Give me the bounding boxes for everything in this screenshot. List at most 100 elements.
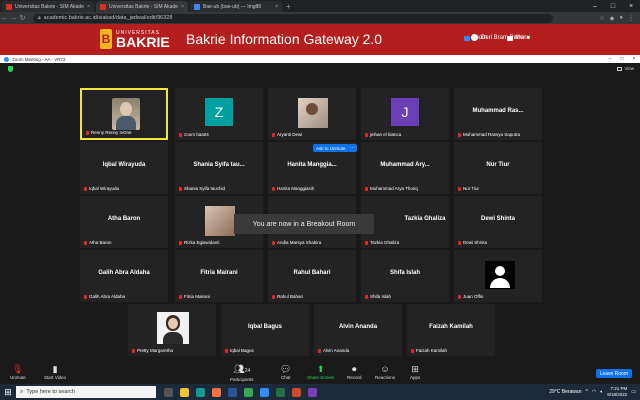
participant-tile[interactable]: Shifa Islah Shifa Islah (361, 250, 449, 302)
taskbar-search[interactable]: ⌕ Type here to search (16, 386, 156, 398)
reactions-label: Reactions (375, 375, 396, 380)
user-menu[interactable]: Deri Bram Putra ▾ (471, 34, 530, 41)
file-explorer-icon[interactable] (180, 387, 189, 397)
firefox-icon[interactable] (212, 387, 221, 397)
record-icon: ⏺ (352, 364, 357, 374)
screen: Universitas Bakrie - SIM Akademi × Unive… (0, 0, 640, 400)
volume-icon[interactable]: 🔈︎ (600, 389, 603, 395)
url-field[interactable]: 🔒︎ academic.bakrie.ac.id/siakad/data_jad… (33, 13, 553, 23)
back-arrow-icon[interactable]: ← (0, 15, 9, 22)
participant-display-name: Shania Syifa tau... (193, 162, 245, 168)
zoom-close-button[interactable]: × (628, 56, 640, 62)
zoom-maximize-button[interactable]: □ (616, 56, 628, 62)
browser-tab-active[interactable]: Universitas Bakrie - SIM Akademi × (96, 1, 188, 12)
notifications-icon[interactable]: ▭ (631, 389, 636, 395)
record-button[interactable]: ⏺ Record (347, 364, 362, 380)
apps-button[interactable]: ⊞ Apps (410, 364, 420, 380)
more-options-button[interactable]: ··· (348, 144, 357, 152)
tab-close-icon[interactable]: × (275, 4, 278, 10)
site-header: B UNIVERSITAS BAKRIE Bakrie Information … (0, 24, 640, 55)
word-icon[interactable] (228, 387, 237, 397)
muted-mic-icon (318, 348, 321, 353)
close-window-button[interactable]: × (622, 0, 640, 12)
participant-tile[interactable]: Pretty Margaretha (128, 304, 216, 356)
participants-count: 24 (244, 368, 251, 374)
participant-tile[interactable]: Tazkia Ghaliza Tazkia Ghaliza (361, 196, 449, 248)
participants-button[interactable]: 👥︎24 Participants (230, 364, 254, 382)
powerpoint-icon[interactable] (292, 387, 301, 397)
participant-tile[interactable]: J jeihan el bianca (361, 88, 449, 140)
reactions-button[interactable]: ☺ Reactions (375, 364, 395, 380)
participant-tile[interactable]: Alvin Ananda Alvin Ananda (314, 304, 402, 356)
participant-tile[interactable]: Shania Syifa tau... Shania Syifa tauchid (175, 142, 263, 194)
photos-icon[interactable] (308, 387, 317, 397)
leave-room-button[interactable]: Leave Room (595, 369, 632, 378)
forward-arrow-icon[interactable]: → (9, 15, 18, 22)
weather-widget[interactable]: 29°C Berawan (549, 389, 581, 395)
participant-tile[interactable]: Rahul Bahari Rahul Bahari (268, 250, 356, 302)
participant-name: Muhammad Rassya Saputra (458, 132, 520, 137)
participant-tile[interactable]: Muhammad Ras... Muhammad Rassya Saputra (454, 88, 542, 140)
participant-tile[interactable]: Aryanti Dewi (268, 88, 356, 140)
profile-icon[interactable]: ● (619, 15, 623, 22)
start-video-label: Start Video (44, 375, 67, 380)
participant-tile[interactable]: Renny Renny IvOne (80, 88, 168, 140)
apps-label: Apps (410, 375, 421, 380)
user-name: Deri Bram Putra (481, 34, 525, 41)
reload-icon[interactable]: ↻ (18, 14, 27, 22)
participant-display-name: Iqbal Wirayuda (102, 162, 146, 168)
browser-tab[interactable]: Bae-ub (bae-ub) — Img88 × (190, 1, 282, 12)
task-view-icon[interactable] (164, 387, 173, 397)
kebab-menu-icon[interactable]: ⋮ (628, 15, 634, 22)
chat-button[interactable]: 💬︎ Chat (280, 364, 291, 380)
maximize-button[interactable]: □ (604, 0, 622, 12)
participant-tile[interactable]: Z zoom baa04 (175, 88, 263, 140)
minimize-button[interactable]: – (586, 0, 604, 12)
participant-tile[interactable]: Fitria Mairani Fitria Mairani (175, 250, 263, 302)
participant-tile[interactable]: Nur Tiur Nur Tiur (454, 142, 542, 194)
participant-name: Renny Renny IvOne (86, 130, 132, 135)
participant-name: Aryanti Dewi (272, 132, 302, 137)
participant-display-name: Fitria Mairani (200, 270, 238, 276)
muted-mic-icon (365, 240, 368, 245)
grid-view-icon (617, 66, 623, 71)
participant-tile[interactable]: Iqbal Wirayuda Iqbal Wirayuda (80, 142, 168, 194)
start-video-button[interactable]: ▮ Start Video (44, 364, 66, 380)
star-icon[interactable]: ☆ (599, 15, 604, 22)
tab-close-icon[interactable]: × (87, 4, 90, 10)
bakrie-logo[interactable]: B UNIVERSITAS BAKRIE (100, 29, 170, 49)
chrome-icon[interactable] (244, 387, 253, 397)
participant-tile[interactable]: Galih Abra Aldaha Galih Abra Aldaha (80, 250, 168, 302)
tab-close-icon[interactable]: × (181, 4, 184, 10)
participant-display-name: Rahul Bahari (293, 270, 331, 276)
share-screen-button[interactable]: ⬆ Share Screen (307, 364, 335, 380)
security-shield-icon[interactable] (8, 66, 13, 72)
extensions-icon[interactable]: ◆ (610, 15, 615, 22)
participant-tile[interactable]: Atha Baron Atha Baron (80, 196, 168, 248)
browser-tab[interactable]: Universitas Bakrie - SIM Akademi × (2, 1, 94, 12)
zoom-minimize-button[interactable]: – (604, 56, 616, 62)
participant-name: Shifa Islah (365, 294, 391, 299)
excel-icon[interactable] (276, 387, 285, 397)
participant-name: Muhammad Arya Thoriq (365, 186, 418, 191)
participant-tile[interactable]: Juan Offin (454, 250, 542, 302)
unmute-button[interactable]: 🎙︎ Unmute (10, 364, 26, 380)
wifi-icon[interactable]: ◠ (592, 389, 596, 395)
participant-tile[interactable]: Faizah Kamilah Faizah Kamilah (407, 304, 495, 356)
participant-tile[interactable]: Dewi Shinta Dewi Shinta (454, 196, 542, 248)
participant-tile[interactable]: Iqbal Bagus Iqbal Bagus (221, 304, 309, 356)
zoom-app-icon[interactable] (260, 387, 269, 397)
clock[interactable]: 7:21 PM 9/18/2022 (607, 386, 627, 398)
ask-to-unmute-button[interactable]: Ask to Unmute (313, 144, 349, 152)
windows-start-icon[interactable]: ⊞ (0, 387, 16, 398)
caret-down-icon: ▾ (527, 35, 531, 41)
muted-mic-icon (179, 240, 182, 245)
edge-icon[interactable] (196, 387, 205, 397)
participant-name: Rahul Bahari (272, 294, 303, 299)
chat-icon: 💬︎ (280, 364, 292, 374)
participant-tile[interactable]: Muhammad Ary... Muhammad Arya Thoriq (361, 142, 449, 194)
view-button[interactable]: View (617, 66, 634, 71)
user-avatar-icon (471, 34, 478, 41)
tray-chevron-icon[interactable]: ^ (585, 389, 587, 395)
new-tab-button[interactable]: + (286, 1, 291, 12)
